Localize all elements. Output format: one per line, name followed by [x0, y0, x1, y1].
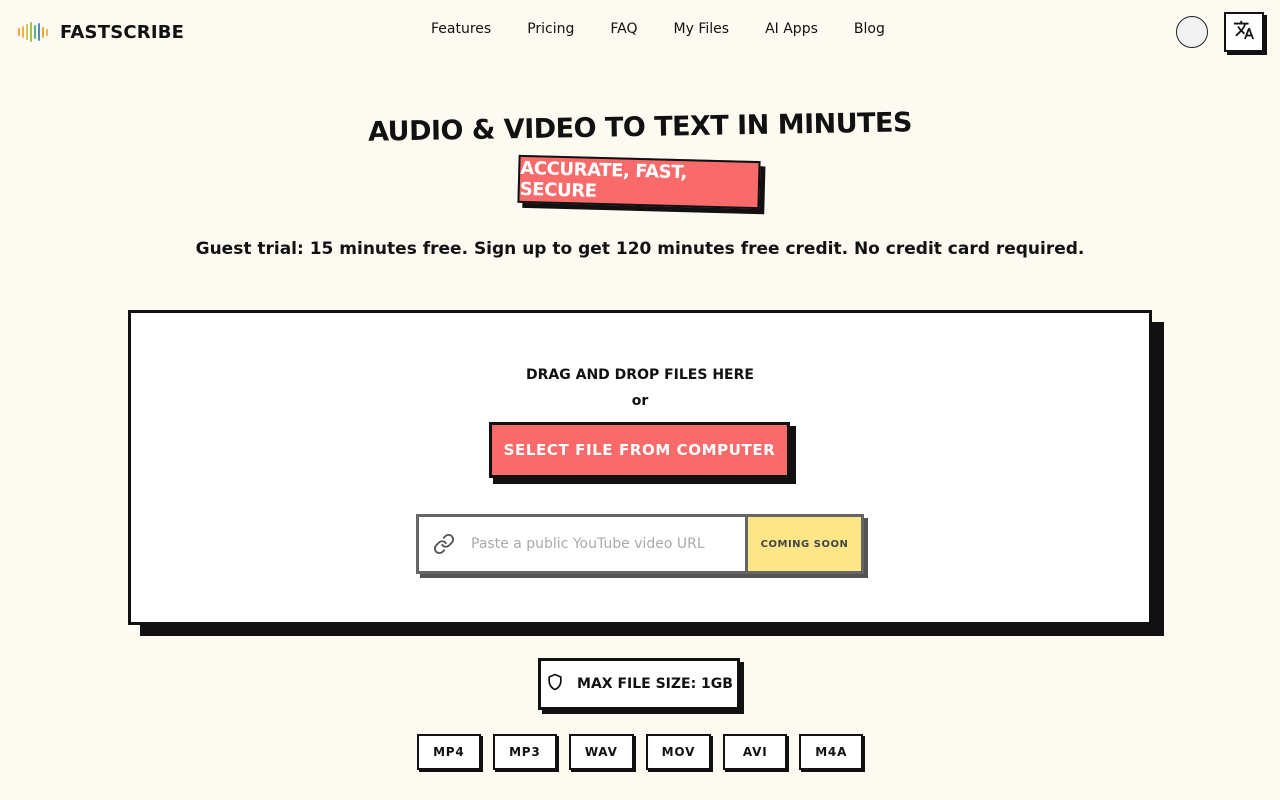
or-label: or: [631, 393, 649, 409]
youtube-url-input[interactable]: [469, 517, 745, 571]
supported-formats: MP4 MP3 WAV MOV AVI M4A: [0, 734, 1280, 770]
nav-pricing[interactable]: Pricing: [527, 21, 574, 43]
shield-icon: [545, 672, 565, 696]
nav-faq[interactable]: FAQ: [610, 21, 637, 43]
format-badge-m4a: M4A: [799, 734, 864, 770]
max-file-size-label: MAX FILE SIZE: 1GB: [577, 676, 733, 692]
format-badge-mp3: MP3: [492, 734, 557, 770]
hero-title: AUDIO & VIDEO TO TEXT IN MINUTES: [367, 107, 913, 148]
main-nav: Features Pricing FAQ My Files AI Apps Bl…: [431, 21, 885, 43]
audio-wave-icon: [18, 22, 48, 42]
hero-badge-label: ACCURATE, FAST, SECURE: [517, 154, 761, 210]
youtube-url-box: COMING SOON: [416, 514, 864, 574]
max-file-size-badge: MAX FILE SIZE: 1GB: [538, 658, 740, 710]
brand-name: FASTSCRIBE: [60, 21, 185, 43]
format-badge-avi: AVI: [723, 734, 788, 770]
drag-drop-label: DRAG AND DROP FILES HERE: [526, 367, 754, 383]
hero-subtitle: Guest trial: 15 minutes free. Sign up to…: [195, 239, 1085, 259]
nav-features[interactable]: Features: [431, 21, 491, 43]
format-badge-mp4: MP4: [416, 734, 481, 770]
format-badge-mov: MOV: [645, 734, 712, 770]
select-file-button[interactable]: SELECT FILE FROM COMPUTER: [489, 422, 790, 478]
coming-soon-button[interactable]: COMING SOON: [745, 517, 861, 571]
language-button[interactable]: [1224, 12, 1264, 52]
translate-icon: [1233, 19, 1255, 45]
user-avatar[interactable]: [1176, 16, 1208, 48]
format-badge-wav: WAV: [568, 734, 634, 770]
brand-logo[interactable]: FASTSCRIBE: [18, 20, 184, 44]
hero-badge: ACCURATE, FAST, SECURE: [517, 154, 766, 215]
link-icon: [419, 517, 469, 571]
nav-my-files[interactable]: My Files: [674, 21, 730, 43]
nav-ai-apps[interactable]: AI Apps: [765, 21, 818, 43]
nav-blog[interactable]: Blog: [854, 21, 885, 43]
top-header: FASTSCRIBE Features Pricing FAQ My Files…: [0, 0, 1280, 64]
